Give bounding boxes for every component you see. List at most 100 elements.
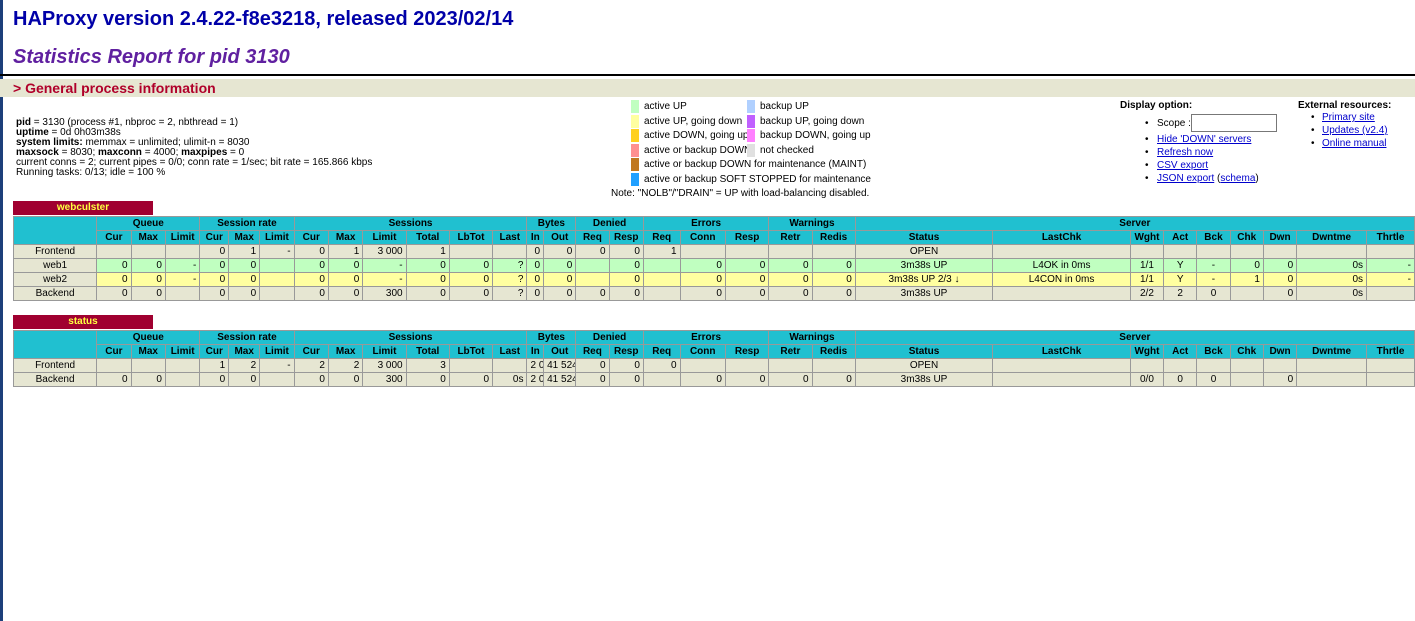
table-cell: 0 <box>543 244 577 259</box>
column-header: Cur <box>293 230 329 245</box>
table-cell <box>448 358 494 373</box>
table-cell: 0 <box>724 372 770 387</box>
column-header: Cur <box>96 230 132 245</box>
table-cell: 0 <box>543 272 577 287</box>
page-title: HAProxy version 2.4.22-f8e3218, released… <box>13 8 514 30</box>
table-cell <box>1229 244 1264 259</box>
table-cell: 0 <box>724 272 770 287</box>
table-cell: 0 <box>724 286 770 301</box>
table-cell: 2 <box>228 358 261 373</box>
external-resources: External resources: Primary site Updates… <box>1298 100 1391 150</box>
table-cell: - <box>164 258 201 273</box>
column-header: In <box>526 230 545 245</box>
table-cell: 0 <box>199 244 230 259</box>
column-header: Dwn <box>1262 344 1298 359</box>
table-cell <box>724 244 770 259</box>
process-info: pid = 3130 (process #1, nbproc = 2, nbth… <box>16 118 372 178</box>
refresh-item: Refresh now <box>1120 146 1259 159</box>
table-cell <box>130 358 166 373</box>
table-row: web2 0 0-0 0 0 0-0 0? 0 0 0 0 0 0 0 3m38s UP 2/3 ↓ L4CO… <box>12 272 1415 287</box>
legend-swatch <box>631 173 639 186</box>
table-cell <box>164 372 201 387</box>
column-header: Dwntme <box>1296 230 1368 245</box>
table-row: web1 0 0-0 0 0 0-0 0? 0 0 0 0 0 0 0 3m38s UP L4OK in 0m… <box>12 258 1415 273</box>
scope-input[interactable] <box>1191 114 1277 132</box>
table-cell <box>679 358 726 373</box>
column-header: Dwntme <box>1296 344 1368 359</box>
updates-link[interactable]: Updates (v2.4) <box>1322 125 1388 136</box>
legend-swatch <box>631 100 639 113</box>
table-cell <box>130 244 166 259</box>
table-cell: 0 <box>1262 372 1298 387</box>
table-cell <box>724 358 770 373</box>
display-options: Display option: Scope : Hide 'DOWN' serv… <box>1120 100 1277 185</box>
table-cell <box>768 358 813 373</box>
table-cell: 1 <box>1229 272 1264 287</box>
column-header: Wght <box>1129 230 1165 245</box>
table-cell: 0 <box>1196 286 1231 301</box>
json-export-link[interactable]: JSON export <box>1157 173 1214 184</box>
column-header: Resp <box>724 344 770 359</box>
column-header: Limit <box>362 344 407 359</box>
online-manual-link[interactable]: Online manual <box>1322 138 1386 149</box>
hide-down-link[interactable]: Hide 'DOWN' servers <box>1157 134 1251 145</box>
group-header: Bytes <box>526 216 577 231</box>
table-cell <box>1296 358 1368 373</box>
table-cell: 0 <box>608 244 644 259</box>
refresh-link[interactable]: Refresh now <box>1157 147 1213 158</box>
table-cell: 0s <box>1296 258 1368 273</box>
table-cell <box>164 286 201 301</box>
table-cell: 41 524 <box>543 372 577 387</box>
group-header: Server <box>854 216 1415 231</box>
table-cell: 0 <box>130 272 166 287</box>
table-cell: 0 <box>575 286 610 301</box>
table-cell: 0 <box>1262 272 1298 287</box>
table-cell: - <box>362 272 407 287</box>
legend-label: active or backup SOFT STOPPED for mainte… <box>644 174 871 185</box>
schema-link[interactable]: schema <box>1220 173 1255 184</box>
column-header: Limit <box>164 230 201 245</box>
table-cell <box>679 244 726 259</box>
table-cell: 0 <box>96 272 132 287</box>
group-header: Denied <box>575 216 644 231</box>
table-cell: 0s <box>1296 272 1368 287</box>
csv-export-link[interactable]: CSV export <box>1157 160 1208 171</box>
row-name: Backend <box>12 286 98 301</box>
row-name: web2 <box>12 272 98 287</box>
table-cell: ? <box>492 258 528 273</box>
table-cell <box>1366 244 1415 259</box>
table-cell <box>811 244 856 259</box>
primary-site-link[interactable]: Primary site <box>1322 112 1375 123</box>
legend-label: backup DOWN, going up <box>760 130 871 142</box>
column-header: Dwn <box>1262 230 1298 245</box>
table-cell <box>1129 244 1165 259</box>
section-title: > General process information <box>13 80 216 96</box>
column-header: Chk <box>1229 230 1264 245</box>
table-cell <box>1163 244 1198 259</box>
column-header: Max <box>327 230 364 245</box>
table-cell <box>1229 358 1264 373</box>
tasks-info: Running tasks: 0/13; idle = 100 % <box>16 167 166 178</box>
table-cell <box>164 358 201 373</box>
table-cell <box>642 272 681 287</box>
table-cell: 2 061 <box>526 358 545 373</box>
table-cell: 0 <box>228 258 261 273</box>
table-cell <box>1229 286 1264 301</box>
table-cell: 0s <box>1296 286 1368 301</box>
legend-note: Note: "NOLB"/"DRAIN" = UP with load-bala… <box>611 188 870 199</box>
table-cell <box>642 372 681 387</box>
table-cell: 0 <box>768 258 813 273</box>
table-cell: 0 <box>768 272 813 287</box>
table-cell: L4CON in 0ms <box>992 272 1131 287</box>
legend-swatch <box>747 114 755 128</box>
column-header: Max <box>327 344 364 359</box>
table-cell: 0 <box>1262 286 1298 301</box>
table-cell: 0 <box>405 258 450 273</box>
manual-item: Online manual <box>1298 137 1391 150</box>
column-header: Act <box>1163 230 1198 245</box>
column-header: Limit <box>362 230 407 245</box>
column-header: Retr <box>768 230 813 245</box>
legend-swatch <box>747 143 755 157</box>
column-header: Last <box>492 230 528 245</box>
column-header: Retr <box>768 344 813 359</box>
